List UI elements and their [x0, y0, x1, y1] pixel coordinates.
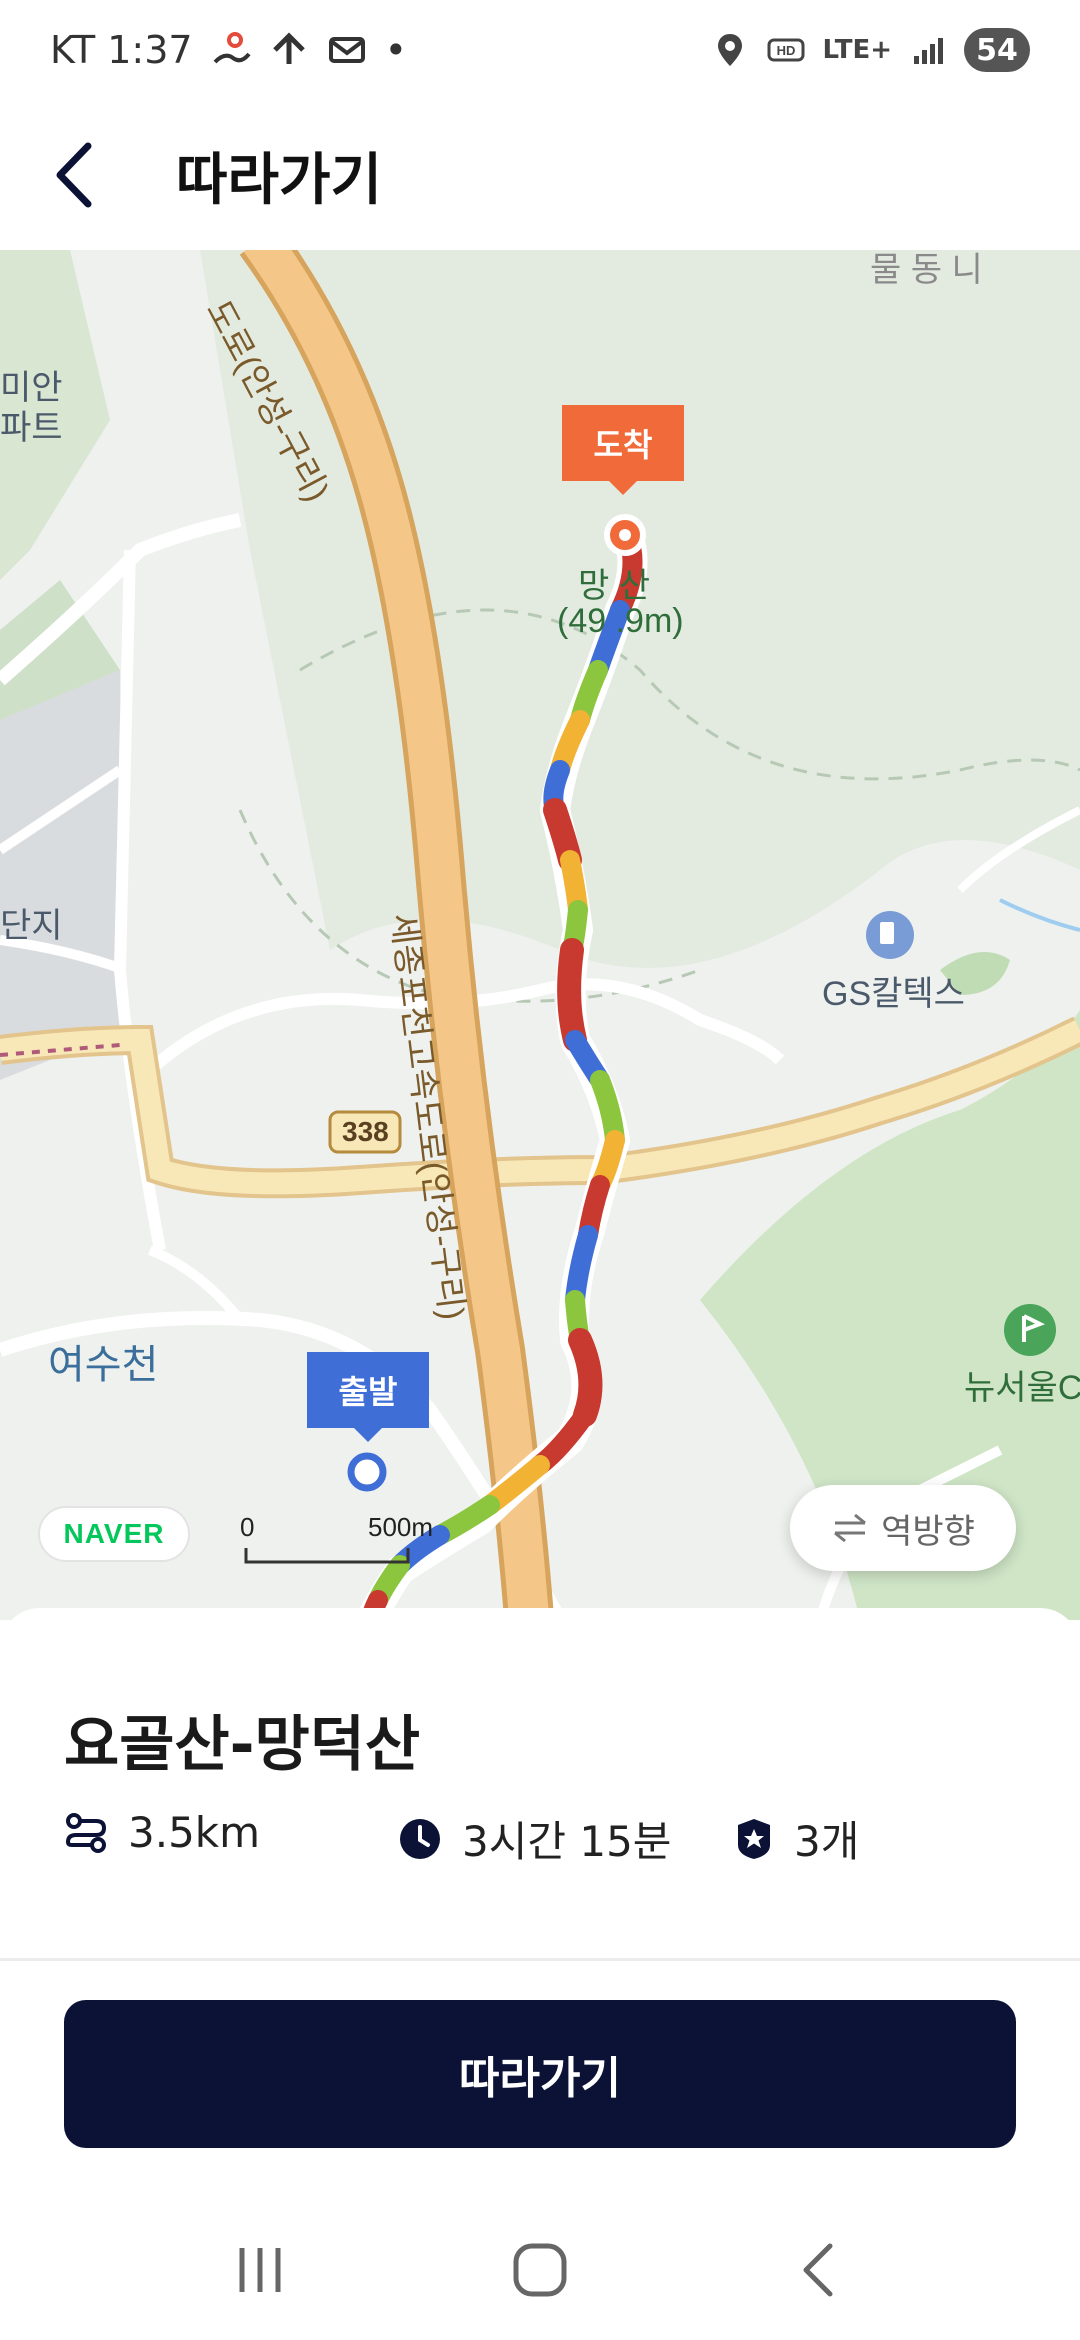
apartment-label-2: 파트: [0, 409, 63, 447]
swap-arrows-icon: [834, 1513, 867, 1543]
recent-apps-icon: [239, 2248, 281, 2292]
stamp-stat: 3개: [734, 1808, 859, 1869]
end-flag: 도착: [562, 405, 684, 481]
distance-value: 3.5km: [128, 1808, 261, 1857]
hd-icon: HD: [766, 30, 806, 70]
gas-station-label: GS칼텍스: [822, 975, 965, 1013]
chevron-left-icon: [56, 142, 92, 208]
network-type: LTE+: [822, 35, 892, 65]
mail-icon: [327, 30, 367, 70]
app-header: 따라가기: [0, 100, 1080, 250]
course-stats: 3.5km 3시간 15분 3개: [64, 1808, 1024, 1868]
stamp-badge-icon: [738, 1818, 770, 1859]
map-scale-bar: 0 500m: [240, 1512, 433, 1572]
battery-indicator: 54: [964, 28, 1030, 72]
start-flag-tail: [354, 1428, 382, 1442]
scale-distance-label: 500m: [368, 1512, 434, 1542]
reverse-direction-button[interactable]: 역방향: [790, 1485, 1016, 1571]
system-back-button[interactable]: [760, 2220, 880, 2320]
status-dot: •: [384, 28, 408, 72]
naver-logo: NAVER: [38, 1506, 190, 1562]
reverse-direction-label: 역방향: [881, 1511, 975, 1552]
recent-apps-button[interactable]: [200, 2220, 320, 2320]
route-map[interactable]: 물 동 니 도로(안성-구리) 미안 파트 단지 망 산 (49 .9m) 세종…: [0, 250, 1080, 1620]
end-flag-tail: [609, 481, 637, 495]
duration-stat: 3시간 15분: [398, 1808, 671, 1869]
stream-label: 여수천: [48, 1343, 159, 1387]
peak-height-label: (49 .9m): [557, 602, 684, 640]
start-flag: 출발: [307, 1352, 429, 1428]
golf-club-label: 뉴서울C: [964, 1369, 1080, 1407]
page-title: 따라가기: [176, 147, 383, 213]
system-nav-bar: [0, 2200, 1080, 2340]
map-top-partial-label: 물 동 니: [870, 251, 983, 289]
signal-icon: [908, 30, 948, 70]
peak-name-label: 망 산: [578, 567, 651, 605]
location-icon: [710, 30, 750, 70]
route-number-label: 338: [342, 1116, 389, 1147]
svg-text:HD: HD: [777, 43, 796, 58]
status-time: KT 1:37: [50, 28, 193, 72]
back-icon: [803, 2243, 833, 2297]
duration-value: 3시간 15분: [462, 1817, 672, 1866]
navigation-icon: [269, 30, 309, 70]
stamp-count: 3개: [794, 1817, 860, 1866]
distance-stat: 3.5km: [64, 1808, 260, 1857]
hiking-icon: [211, 30, 251, 70]
status-bar: KT 1:37 • HD LTE+ 54: [0, 0, 1080, 100]
status-right: HD LTE+ 54: [710, 28, 1030, 72]
complex-label: 단지: [0, 907, 63, 945]
sheet-divider: [0, 1958, 1080, 1961]
home-button[interactable]: [480, 2220, 600, 2320]
clock-icon: [400, 1818, 440, 1859]
back-button[interactable]: [50, 115, 170, 235]
course-title: 요골산-망덕산: [64, 1710, 421, 1780]
status-left: KT 1:37 •: [50, 28, 407, 72]
route-distance-icon: [65, 1812, 107, 1853]
home-icon: [513, 2243, 567, 2297]
scale-zero-label: 0: [240, 1512, 255, 1542]
map-canvas: [0, 250, 1080, 1620]
follow-button[interactable]: 따라가기: [64, 2000, 1016, 2148]
